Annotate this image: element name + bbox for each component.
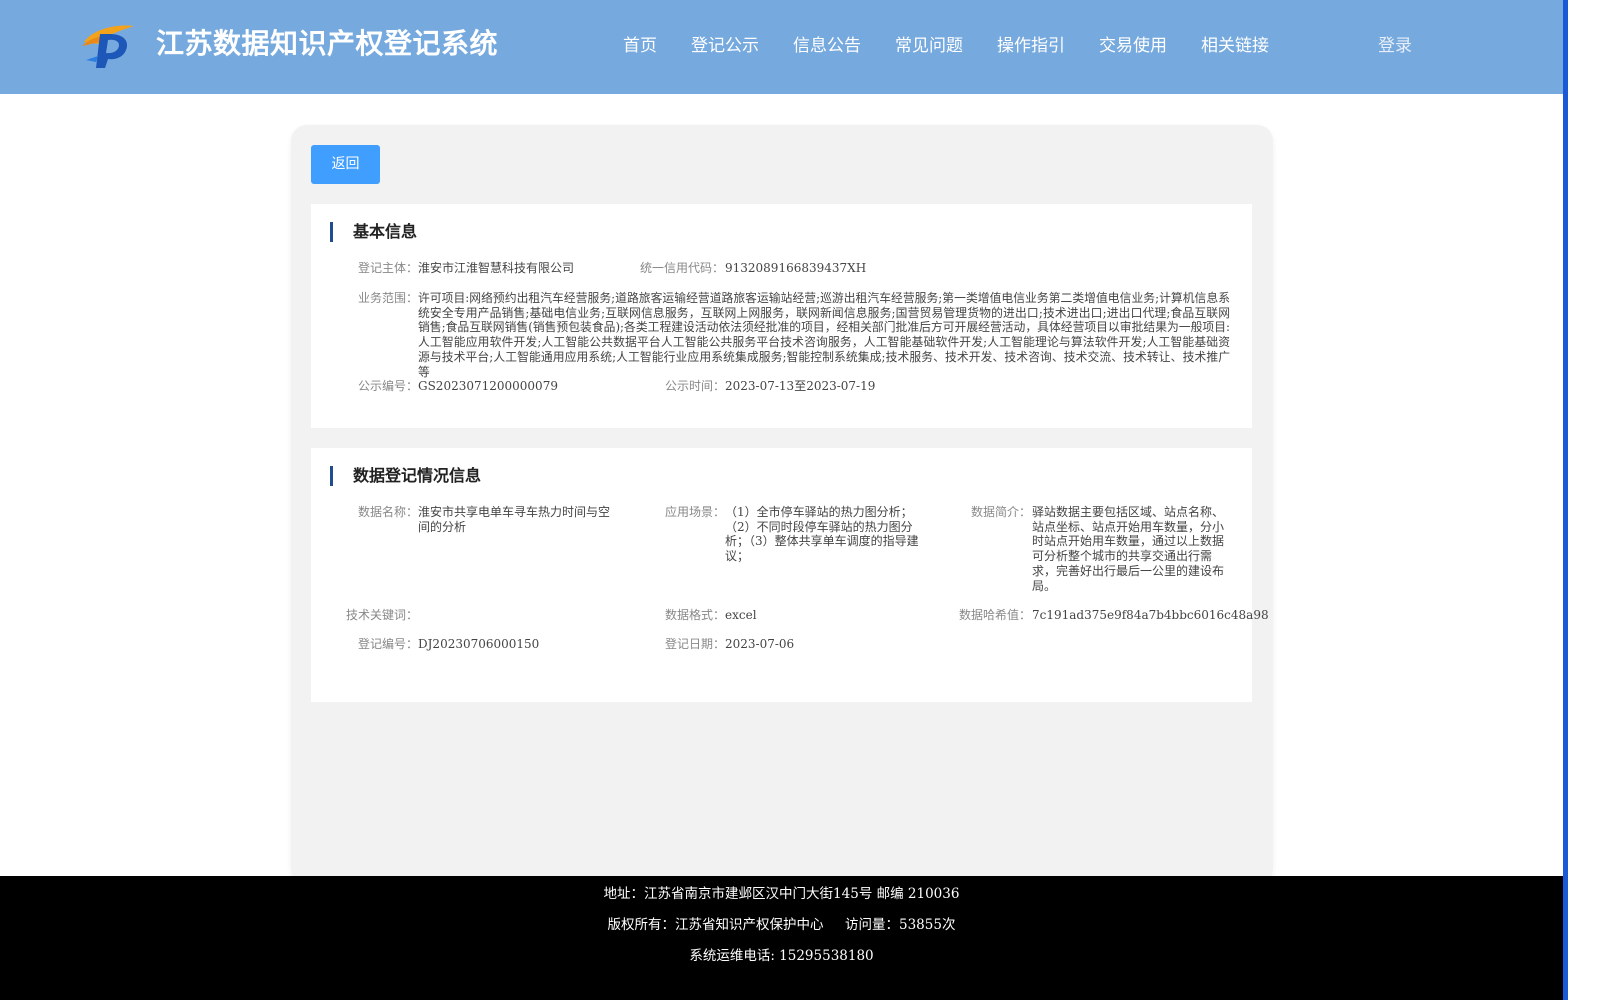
data-registration-card: 数据登记情况信息 数据名称： 淮安市共享电单车寻车热力时间与空间的分析 应用场景… [311, 448, 1269, 702]
nav-links[interactable]: 相关链接 [1184, 32, 1286, 60]
data-name-value: 淮安市共享电单车寻车热力时间与空间的分析 [418, 505, 611, 534]
login-link[interactable]: 登录 [1378, 32, 1412, 60]
data-name-label: 数据名称： [357, 505, 418, 519]
footer-phone: 系统运维电话: 15295538180 [689, 948, 874, 964]
keywords-label: 技术关键词： [345, 608, 418, 622]
business-scope-label: 业务范围： [357, 291, 418, 305]
publicity-no-label: 公示编号： [357, 379, 418, 393]
business-scope-value: 许可项目:网络预约出租汽车经营服务;道路旅客运输经营道路旅客运输站经营;巡游出租… [418, 291, 1230, 379]
publicity-time-value: 2023-07-13至2023-07-19 [725, 379, 876, 393]
credit-code-value: 9132089166839437XH [725, 261, 867, 275]
reg-date-label: 登记日期： [664, 637, 725, 651]
publicity-no-value: GS2023071200000079 [418, 379, 558, 393]
registrant-value: 淮安市江淮智慧科技有限公司 [418, 261, 575, 275]
basic-info-title: 基本信息 [330, 222, 417, 242]
intro-value: 驿站数据主要包括区域、站点名称、站点坐标、站点开始用车数量，分小时站点开始用车数… [1032, 505, 1225, 593]
hash-value: 7c191ad375e9f84a7b4bbc6016c48a98 [1032, 608, 1269, 622]
nav-registration-publicity[interactable]: 登记公示 [674, 32, 776, 60]
main-nav: 首页 登记公示 信息公告 常见问题 操作指引 交易使用 相关链接 [606, 32, 1286, 60]
footer-copyright: 版权所有：江苏省知识产权保护中心 访问量：53855次 [607, 917, 956, 933]
data-registration-title: 数据登记情况信息 [330, 466, 481, 486]
footer-address: 地址：江苏省南京市建邺区汉中门大街145号 邮编 210036 [603, 886, 960, 902]
footer: 地址：江苏省南京市建邺区汉中门大街145号 邮编 210036 版权所有：江苏省… [0, 876, 1563, 1000]
reg-date-value: 2023-07-06 [725, 637, 795, 651]
nav-faq[interactable]: 常见问题 [878, 32, 980, 60]
reg-no-value: DJ20230706000150 [418, 637, 540, 651]
scenario-label: 应用场景： [664, 505, 725, 519]
reg-no-label: 登记编号： [357, 637, 418, 651]
format-label: 数据格式： [664, 608, 725, 622]
nav-home[interactable]: 首页 [606, 32, 674, 60]
site-logo-icon [82, 25, 134, 68]
intro-label: 数据简介： [970, 505, 1031, 519]
nav-announcements[interactable]: 信息公告 [776, 32, 878, 60]
detail-panel: 返回 基本信息 登记主体： 淮安市江淮智慧科技有限公司 统一信用代码： 9132… [291, 125, 1273, 885]
credit-code-label: 统一信用代码： [639, 261, 724, 275]
nav-guide[interactable]: 操作指引 [980, 32, 1082, 60]
hash-label: 数据哈希值： [958, 608, 1031, 622]
back-button[interactable]: 返回 [311, 145, 380, 184]
publicity-time-label: 公示时间： [664, 379, 725, 393]
site-title: 江苏数据知识产权登记系统 [156, 27, 499, 60]
format-value: excel [725, 608, 757, 622]
top-header: 江苏数据知识产权登记系统 首页 登记公示 信息公告 常见问题 操作指引 交易使用… [0, 0, 1563, 94]
registrant-label: 登记主体： [357, 261, 418, 275]
right-margin [1568, 0, 1600, 1000]
scenario-value: （1）全市停车驿站的热力图分析；（2）不同时段停车驿站的热力图分析；（3）整体共… [725, 505, 919, 564]
basic-info-card: 基本信息 登记主体： 淮安市江淮智慧科技有限公司 统一信用代码： 9132089… [311, 204, 1252, 428]
nav-trading[interactable]: 交易使用 [1082, 32, 1184, 60]
